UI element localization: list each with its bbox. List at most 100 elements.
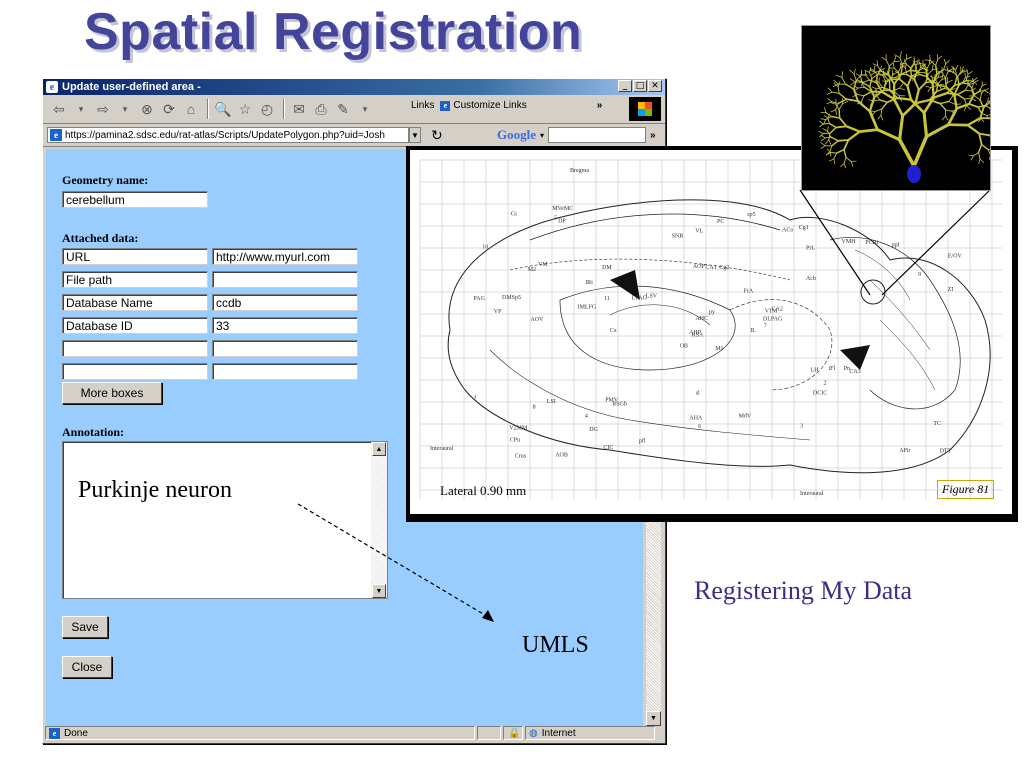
scroll-down-icon[interactable]: ▼	[646, 711, 661, 726]
atlas-region-label: ppf	[892, 241, 900, 248]
stop-icon[interactable]: ⊗	[137, 99, 157, 119]
atlas-region-label: MVeMC	[552, 206, 573, 212]
refresh-icon[interactable]: ⟳	[159, 99, 179, 119]
atlas-region-label: E/OV	[948, 253, 963, 259]
toolbar-chevron[interactable]: »	[597, 100, 603, 111]
attached-value-2[interactable]	[212, 271, 358, 288]
atlas-region-label: VMH	[842, 239, 857, 245]
atlas-region-label: 6	[698, 424, 701, 430]
go-icon[interactable]: ↻	[431, 127, 443, 144]
annotation-textarea[interactable]: ▲ ▼	[62, 441, 388, 599]
attached-value-1[interactable]: http://www.myurl.com	[212, 248, 358, 265]
scroll-up-icon[interactable]: ▲	[372, 442, 386, 456]
edit-dropdown-icon[interactable]: ▾	[355, 99, 375, 119]
print-icon[interactable]: ⎙	[311, 99, 331, 119]
page-icon: e	[49, 727, 60, 739]
atlas-region-label: Pn	[844, 366, 850, 372]
attached-value-4[interactable]: 33	[212, 317, 358, 334]
atlas-region-label: ACo	[782, 228, 793, 234]
attached-key-2[interactable]: File path	[62, 271, 208, 288]
links-label: Links	[411, 100, 435, 111]
atlas-region-label: CIC	[603, 445, 613, 451]
neuron-soma	[907, 165, 921, 183]
atlas-region-label: VL	[695, 229, 703, 235]
atlas-region-label: CPu	[510, 438, 520, 444]
search-icon[interactable]: 🔍	[213, 99, 233, 119]
annotation-label: Annotation:	[62, 425, 125, 439]
attached-value-5[interactable]	[212, 340, 358, 357]
purkinje-neuron-image	[801, 25, 1010, 191]
annotation-overlay-text: Purkinje neuron	[78, 477, 232, 503]
home-icon[interactable]: ⌂	[181, 99, 201, 119]
atlas-region-label: ZI	[948, 287, 954, 293]
lateral-label: Lateral 0.90 mm	[440, 483, 527, 498]
google-brand[interactable]: Google	[497, 127, 536, 143]
bregma-label: Bregma	[570, 168, 589, 174]
atlas-region-label: Cg1	[799, 225, 809, 231]
figure-label: Figure 81	[937, 480, 995, 499]
google-chevron[interactable]: »	[650, 130, 656, 141]
atlas-region-label: 11	[604, 296, 610, 302]
history-icon[interactable]: ◴	[257, 99, 277, 119]
google-search-input[interactable]	[548, 127, 647, 143]
interaural-label-bottom: Interaural	[800, 491, 824, 497]
edit-icon[interactable]: ✎	[333, 99, 353, 119]
atlas-region-label: M1	[715, 346, 723, 352]
address-dropdown[interactable]: ▼	[409, 127, 421, 143]
atlas-region-label: 10	[482, 245, 488, 251]
attached-key-3[interactable]: Database Name	[62, 294, 208, 311]
interaural-label-left: Interaural	[430, 446, 454, 452]
atlas-region-label: PrL	[806, 246, 815, 252]
forward-icon[interactable]: ⇨	[93, 99, 113, 119]
google-dropdown-icon[interactable]: ▾	[540, 131, 544, 140]
save-button[interactable]: Save	[62, 616, 108, 638]
toolbar-separator	[207, 99, 209, 119]
annotation-scrollbar[interactable]: ▲ ▼	[371, 442, 387, 598]
atlas-region-label: CA1	[705, 265, 716, 271]
slide-title: Spatial Registration	[84, 3, 583, 61]
back-icon[interactable]: ⇦	[49, 99, 69, 119]
atlas-region-label: AOV	[530, 317, 544, 323]
attached-value-6[interactable]	[212, 363, 358, 380]
attached-key-1[interactable]: URL	[62, 248, 208, 265]
atlas-region-label: DCIC	[813, 390, 827, 396]
maximize-button[interactable]: □	[633, 80, 647, 92]
atlas-region-label: IL	[750, 328, 756, 334]
atlas-region-label: PAG	[474, 296, 486, 302]
status-text: Done	[64, 727, 88, 739]
close-window-button[interactable]: ✕	[648, 80, 662, 92]
favorites-icon[interactable]: ☆	[235, 99, 255, 119]
scroll-down-icon[interactable]: ▼	[372, 584, 386, 598]
google-toolbar: Google ▾ »	[497, 127, 656, 143]
atlas-region-label: TC	[933, 421, 941, 427]
customize-links-link[interactable]: e Customize Links	[440, 100, 527, 111]
address-input[interactable]: e https://pamina2.sdsc.edu/rat-atlas/Scr…	[47, 127, 409, 143]
window-titlebar[interactable]: e Update user-defined area - _ □ ✕	[43, 79, 665, 95]
globe-icon: ◍	[529, 727, 538, 739]
close-button[interactable]: Close	[62, 656, 112, 678]
atlas-region-label: AOP	[693, 264, 706, 270]
geometry-name-input[interactable]: cerebellum	[62, 191, 208, 208]
attached-key-6[interactable]	[62, 363, 208, 380]
atlas-region-label: LSI	[547, 399, 556, 405]
atlas-region-label: LPAG	[632, 295, 648, 301]
back-dropdown-icon[interactable]: ▾	[71, 99, 91, 119]
attached-key-4[interactable]: Database ID	[62, 317, 208, 334]
attached-key-5[interactable]	[62, 340, 208, 357]
forward-dropdown-icon[interactable]: ▾	[115, 99, 135, 119]
atlas-region-label: CA2	[772, 306, 783, 312]
browser-toolbar: ⇦ ▾ ⇨ ▾ ⊗ ⟳ ⌂ 🔍 ☆ ◴ ✉ ⎙ ✎ ▾ Links e Cust…	[43, 95, 665, 124]
mail-icon[interactable]: ✉	[289, 99, 309, 119]
atlas-region-label: DTT	[940, 449, 952, 455]
atlas-plate: M1 M2 RSA V2MM V1M RSGb Cg1 Cg2 PrL IL DP DTT AOV E/O…	[410, 150, 1012, 514]
attached-value-3[interactable]: ccdb	[212, 294, 358, 311]
atlas-region-label: VP	[494, 309, 502, 315]
page-icon: e	[50, 129, 62, 141]
more-boxes-button[interactable]: More boxes	[62, 382, 162, 404]
minimize-button[interactable]: _	[618, 80, 632, 92]
atlas-region-label: MdV	[739, 414, 752, 420]
atlas-region-label: PCRt	[865, 240, 878, 246]
atlas-region-label: SNR	[672, 233, 684, 239]
atlas-region-label: Cx	[610, 328, 617, 334]
atlas-region-label: Crus	[515, 454, 527, 460]
